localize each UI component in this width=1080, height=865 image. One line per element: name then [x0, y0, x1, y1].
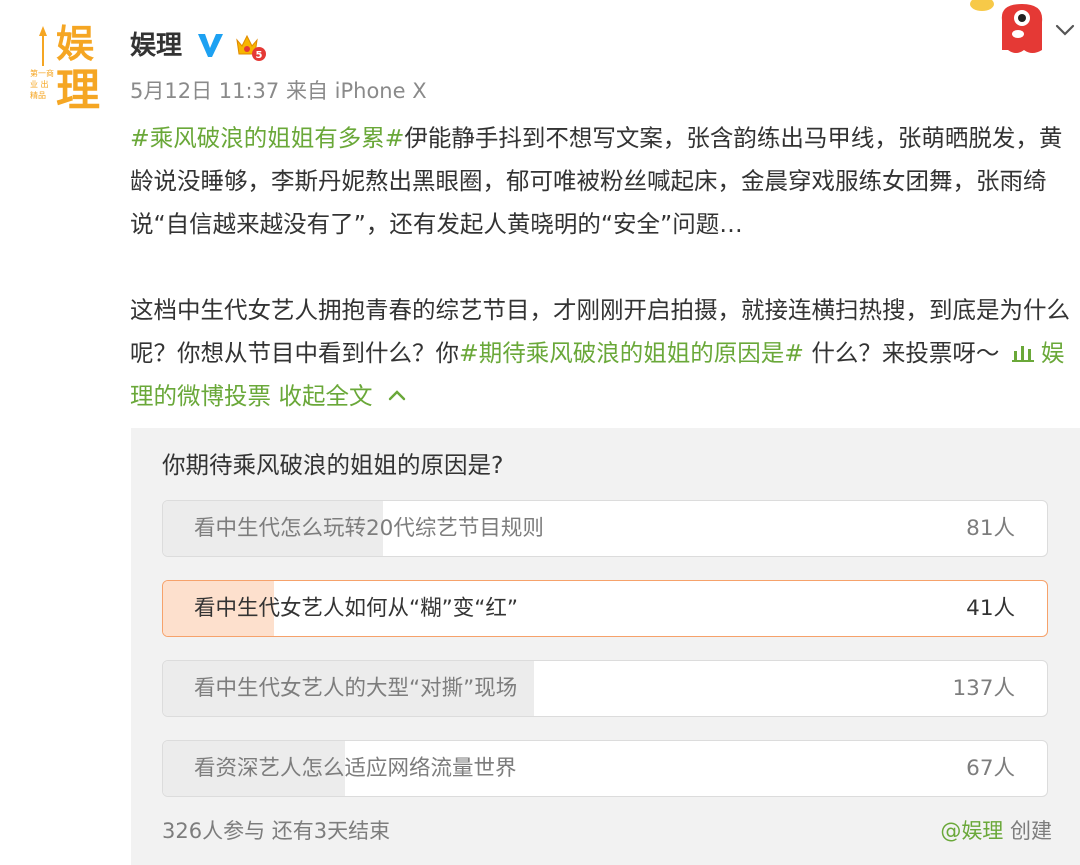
poll-card: 你期待乘风破浪的姐姐的原因是? 看中生代怎么玩转20代综艺节目规则 81人 看中…: [131, 428, 1080, 865]
post-paragraph-1: #乘风破浪的姐姐有多累#伊能静手抖到不想写文案，张含韵练出马甲线，张萌晒脱发，黄…: [130, 117, 1075, 246]
mascot-icon: [970, 0, 1043, 53]
avatar-char-top: 娱: [56, 22, 95, 66]
collapse-label: 收起全文: [278, 382, 373, 410]
poll-option[interactable]: 看资深艺人怎么适应网络流量世界 67人: [162, 740, 1048, 797]
poll-option-count: 137人: [952, 676, 1015, 701]
avatar-char-bottom: 理: [56, 65, 100, 116]
v-verified-icon: [198, 34, 223, 57]
poll-creator: @娱理 创建: [940, 816, 1052, 846]
post-text: 什么？来投票呀～: [803, 339, 1007, 367]
post-date: 5月12日 11:37: [130, 79, 280, 103]
collapse-toggle[interactable]: 收起全文: [278, 382, 410, 410]
poll-option[interactable]: 看中生代女艺人的大型“对撕”现场 137人: [162, 660, 1048, 717]
poll-option[interactable]: 看中生代怎么玩转20代综艺节目规则 81人: [162, 500, 1048, 557]
chevron-down-icon[interactable]: [1054, 22, 1076, 38]
post-source-prefix: 来自: [285, 79, 328, 103]
poll-participants: 326人参与: [162, 819, 266, 843]
member-level-icon[interactable]: 5: [233, 32, 267, 62]
post-paragraph-2: 这档中生代女艺人拥抱青春的综艺节目，才刚刚开启拍摄，就接连横扫热搜，到底是为什么…: [130, 289, 1075, 418]
poll-chart-icon: [1011, 346, 1034, 362]
poll-creator-link[interactable]: @娱理: [940, 819, 1003, 843]
chevron-up-icon: [389, 390, 406, 401]
hashtag-link[interactable]: #期待乘风破浪的姐姐的原因是#: [459, 339, 804, 367]
poll-question: 你期待乘风破浪的姐姐的原因是?: [162, 451, 504, 479]
poll-option-label: 看中生代女艺人如何从“糊”变“红”: [194, 596, 519, 621]
post-body: #乘风破浪的姐姐有多累#伊能静手抖到不想写文案，张含韵练出马甲线，张萌晒脱发，黄…: [130, 117, 1075, 418]
post-source[interactable]: iPhone X: [335, 79, 427, 103]
poll-option-label: 看中生代怎么玩转20代综艺节目规则: [194, 516, 544, 541]
pen-icon: [39, 26, 47, 66]
account-avatar[interactable]: 娱 理 第一商业 出精品: [30, 20, 100, 115]
poll-option-label: 看资深艺人怎么适应网络流量世界: [194, 756, 517, 781]
poll-option-count: 81人: [966, 516, 1015, 541]
poll-option-selected[interactable]: 看中生代女艺人如何从“糊”变“红” 41人: [162, 580, 1048, 637]
poll-remaining: 还有3天结束: [271, 819, 391, 843]
poll-created-label: 创建: [1010, 819, 1052, 843]
poll-option-count: 67人: [966, 756, 1015, 781]
post-meta: 5月12日 11:37 来自 iPhone X: [130, 76, 427, 106]
member-level-number: 5: [256, 50, 263, 61]
hashtag-link[interactable]: #乘风破浪的姐姐有多累#: [130, 124, 404, 152]
poll-status: 326人参与 还有3天结束: [162, 816, 390, 846]
avatar-side-text: 第一商业 出精品: [30, 69, 54, 100]
account-name[interactable]: 娱理: [130, 29, 182, 63]
poll-option-label: 看中生代女艺人的大型“对撕”现场: [194, 676, 518, 701]
poll-option-count: 41人: [966, 596, 1015, 621]
